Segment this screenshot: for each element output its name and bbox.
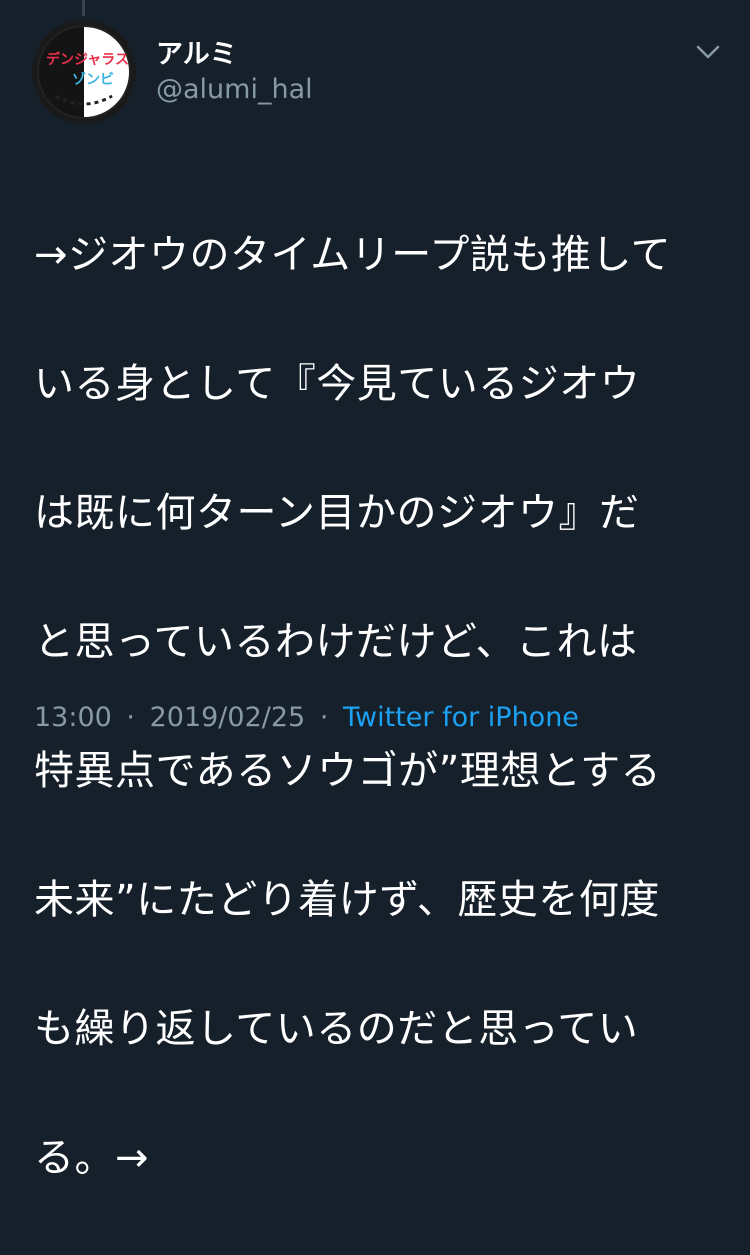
tweet-text-line: いる身として『今見ているジオウ (34, 360, 641, 407)
tweet-text-line: と思っているわけだけど、これは (34, 618, 638, 665)
tweet-date[interactable]: 2019/02/25 (150, 702, 306, 733)
tweet-text-line: は既に何ターン目かのジオウ』だ (34, 489, 640, 536)
user-handle[interactable]: @alumi_hal (156, 74, 313, 105)
display-name[interactable]: アルミ (156, 32, 237, 71)
meta-separator: · (126, 702, 135, 733)
tweet-source-link[interactable]: Twitter for iPhone (343, 702, 579, 733)
tweet-text-line: 未来”にたどり着けず、歴史を何度 (34, 876, 660, 923)
tweet-text-line: も繰り返しているのだと思ってい (34, 1005, 639, 1052)
tweet-text-line: る。→ (34, 1134, 150, 1181)
chevron-down-icon (696, 45, 720, 59)
meta-separator: · (319, 702, 329, 733)
avatar-logo-text-2: ゾンビ (72, 71, 114, 87)
tweet-text-line: →ジオウのタイムリープ説も推して (34, 231, 672, 278)
avatar[interactable]: デンジャラス ゾンビ (32, 20, 136, 124)
tweet-text-line: 特異点であるソウゴが”理想とする (34, 747, 662, 794)
more-options-button[interactable] (692, 40, 724, 64)
avatar-icon: デンジャラス ゾンビ (32, 20, 136, 124)
avatar-logo-text-1: デンジャラス (46, 51, 129, 67)
tweet-time[interactable]: 13:00 (34, 702, 112, 733)
tweet-meta: 13:00 · 2019/02/25 · Twitter for iPhone (34, 702, 579, 733)
thread-connector-line (82, 0, 85, 16)
